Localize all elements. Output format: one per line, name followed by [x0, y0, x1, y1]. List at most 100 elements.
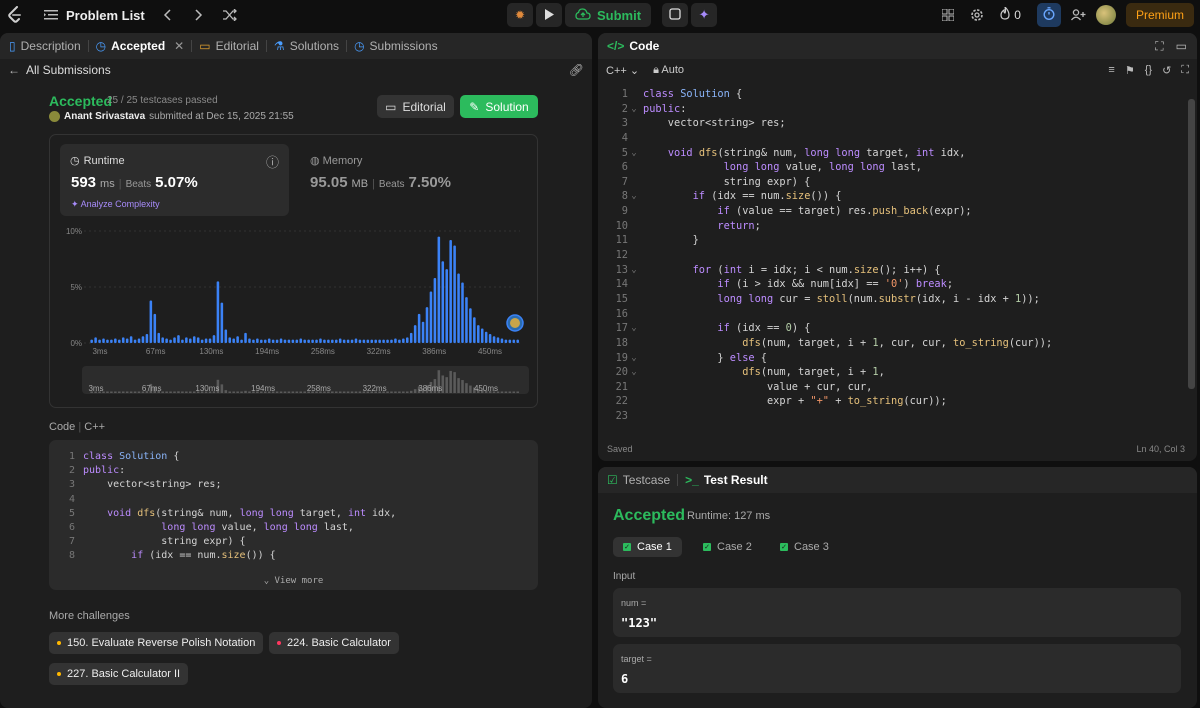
histogram-bar[interactable]: [220, 302, 224, 343]
histogram-bar[interactable]: [350, 339, 354, 343]
histogram-bar[interactable]: [177, 335, 180, 343]
histogram-bar[interactable]: [413, 325, 417, 343]
histogram-bar[interactable]: [181, 339, 184, 343]
histogram-bar[interactable]: [157, 332, 161, 343]
histogram-bar[interactable]: [421, 321, 425, 343]
histogram-bar[interactable]: [149, 300, 153, 343]
author-avatar[interactable]: [49, 111, 60, 122]
fold-chevron-icon[interactable]: ⌄: [628, 365, 640, 380]
tab-testcase[interactable]: ☑ Testcase: [602, 473, 675, 487]
histogram-bar[interactable]: [358, 339, 362, 343]
histogram-bar[interactable]: [417, 313, 421, 343]
histogram-bar[interactable]: [236, 336, 239, 343]
code-editor[interactable]: 1 class Solution {2 ⌄ public: 3 vector<strin…: [598, 87, 1197, 432]
histogram-bar[interactable]: [232, 338, 235, 343]
histogram-bar[interactable]: [200, 339, 204, 343]
histogram-bar[interactable]: [137, 338, 141, 343]
histogram-bar[interactable]: [441, 261, 445, 343]
histogram-bar[interactable]: [453, 245, 456, 343]
link-icon[interactable]: 🔗︎: [569, 63, 584, 77]
language-select[interactable]: C++ ⌄: [606, 64, 639, 77]
histogram-bar[interactable]: [279, 338, 283, 343]
histogram-bar[interactable]: [394, 338, 397, 343]
histogram-bar[interactable]: [299, 338, 303, 343]
histogram-bar[interactable]: [204, 338, 208, 343]
debug-button[interactable]: ✹: [507, 3, 533, 27]
histogram-bar[interactable]: [121, 337, 125, 343]
histogram-bar[interactable]: [110, 339, 113, 343]
histogram-bar[interactable]: [208, 338, 212, 343]
memory-box[interactable]: ◍ Memory 95.05 MB | Beats 7.50%: [310, 154, 451, 191]
histogram-bar[interactable]: [106, 339, 109, 343]
histogram-bar[interactable]: [295, 339, 299, 343]
histogram-bar[interactable]: [405, 337, 409, 343]
runtime-distribution-chart[interactable]: 10% 5% 0% 3ms 67ms 130ms 194ms 258ms 322ms 386ms 4…: [50, 227, 538, 407]
histogram-bar[interactable]: [362, 339, 366, 343]
tab-submissions[interactable]: ◷ Submissions: [349, 39, 443, 53]
histogram-bar[interactable]: [173, 337, 176, 343]
histogram-bar[interactable]: [496, 337, 500, 343]
editorial-button[interactable]: ▭ Editorial: [377, 95, 454, 118]
histogram-bar[interactable]: [263, 339, 267, 343]
histogram-bar[interactable]: [189, 338, 192, 343]
histogram-bar[interactable]: [260, 339, 263, 343]
histogram-bar[interactable]: [378, 339, 381, 343]
histogram-bar[interactable]: [488, 334, 492, 343]
histogram-bar[interactable]: [504, 339, 508, 343]
histogram-bar[interactable]: [224, 329, 228, 343]
histogram-bar[interactable]: [445, 269, 448, 343]
analyze-complexity-link[interactable]: ✦ Analyze Complexity: [71, 199, 160, 210]
histogram-bar[interactable]: [512, 339, 516, 343]
challenge-chip[interactable]: 150. Evaluate Reverse Polish Notation: [49, 632, 264, 654]
ai-assist-button[interactable]: ✦: [691, 3, 718, 27]
runtime-box[interactable]: ◷ Runtime ⓘ 593 ms | Beats 5.07% ✦ Analyz…: [60, 144, 289, 216]
histogram-bar[interactable]: [212, 335, 216, 343]
histogram-bar[interactable]: [461, 282, 464, 343]
histogram-bar[interactable]: [102, 338, 105, 343]
histogram-bar[interactable]: [271, 339, 275, 343]
fold-chevron-icon[interactable]: ⌄: [628, 189, 640, 204]
histogram-bar[interactable]: [370, 339, 374, 343]
histogram-bar[interactable]: [125, 338, 129, 343]
histogram-bar[interactable]: [425, 307, 429, 343]
histogram-bar[interactable]: [342, 339, 346, 343]
histogram-bar[interactable]: [248, 338, 251, 343]
histogram-bar[interactable]: [390, 339, 393, 343]
solution-button[interactable]: ✎ Solution: [460, 95, 538, 118]
histogram-bar[interactable]: [354, 338, 358, 343]
histogram-bar[interactable]: [165, 338, 168, 343]
case-tab-2[interactable]: ✓ Case 2: [693, 537, 762, 557]
histogram-bar[interactable]: [449, 239, 452, 343]
histogram-bar[interactable]: [275, 339, 279, 343]
editor-scrollbar[interactable]: [1188, 99, 1195, 389]
histogram-bar[interactable]: [291, 339, 295, 343]
histogram-bar[interactable]: [315, 339, 318, 343]
settings-gear-icon[interactable]: [970, 8, 984, 22]
format-icon[interactable]: ≡: [1108, 64, 1114, 77]
histogram-bar[interactable]: [267, 338, 271, 343]
histogram-bar[interactable]: [516, 339, 519, 343]
histogram-bar[interactable]: [465, 297, 468, 343]
fold-chevron-icon[interactable]: ⌄: [628, 146, 640, 161]
shuffle-icon[interactable]: [222, 9, 237, 21]
expand-icon[interactable]: ⛶: [1155, 39, 1163, 54]
histogram-bar[interactable]: [256, 338, 259, 343]
all-submissions-link[interactable]: ← All Submissions: [8, 63, 111, 77]
histogram-bar[interactable]: [484, 331, 488, 343]
histogram-bar[interactable]: [169, 339, 172, 343]
histogram-bar[interactable]: [480, 328, 484, 343]
histogram-bar[interactable]: [327, 339, 330, 343]
minimize-icon[interactable]: ▭: [1176, 39, 1187, 54]
challenge-chip[interactable]: 224. Basic Calculator: [269, 632, 399, 654]
histogram-bar[interactable]: [311, 339, 314, 343]
histogram-bar[interactable]: [98, 339, 101, 343]
timer-button[interactable]: [1036, 3, 1061, 27]
author-name[interactable]: Anant Srivastava: [64, 111, 145, 122]
streak-counter[interactable]: 0: [1000, 5, 1021, 23]
tab-solutions[interactable]: ⚗ Solutions: [269, 39, 344, 53]
histogram-bar[interactable]: [386, 339, 389, 343]
premium-button[interactable]: Premium: [1125, 3, 1194, 27]
histogram-bar[interactable]: [90, 339, 93, 343]
add-friend-icon[interactable]: [1070, 9, 1086, 21]
histogram-bar[interactable]: [196, 337, 200, 343]
